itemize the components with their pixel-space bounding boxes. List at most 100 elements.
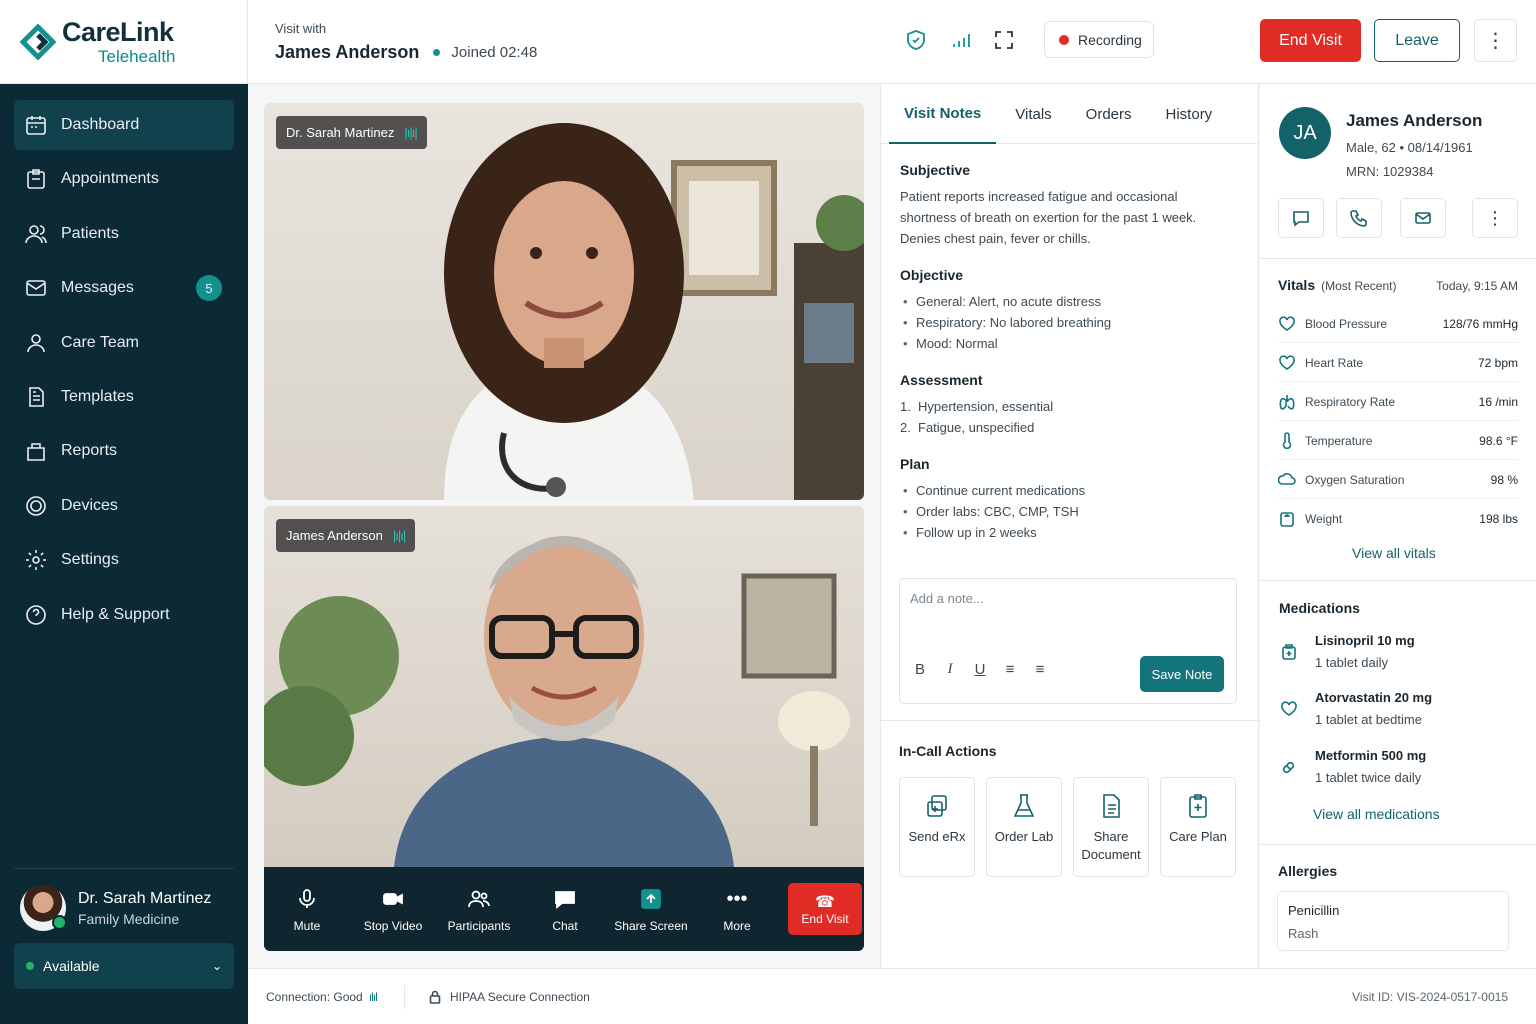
carelink-logo-icon: [20, 23, 56, 60]
signal-icon[interactable]: [949, 28, 973, 52]
more-icon: •••: [726, 887, 748, 910]
sidebar: CareLink Telehealth Dashboard Appointmen…: [0, 0, 248, 1024]
sidebar-item-messages[interactable]: Messages 5: [14, 263, 234, 313]
lungs-icon: [1279, 394, 1295, 410]
assessment-section: Assessment 1. Hypertension, essential 2. F…: [900, 372, 1239, 438]
kebab-icon: ⋮: [1485, 30, 1506, 52]
end-visit-call-label: End Visit: [801, 912, 849, 926]
bold-icon[interactable]: B: [912, 661, 928, 678]
chat-label: Chat: [552, 919, 578, 933]
medication-item: Metformin 500 mg 1 tablet twice daily: [1280, 748, 1510, 785]
mail-icon: [26, 280, 46, 296]
underline-icon[interactable]: U: [972, 661, 988, 678]
stop-video-button[interactable]: Stop Video: [350, 867, 436, 951]
message-patient-button[interactable]: [1278, 198, 1324, 238]
recording-indicator[interactable]: Recording: [1044, 21, 1154, 58]
profile-row[interactable]: Dr. Sarah Martinez Family Medicine: [14, 885, 234, 931]
view-all-vitals-link[interactable]: View all vitals: [1352, 545, 1436, 561]
numbered-list-icon[interactable]: ≡: [1032, 661, 1048, 678]
order-lab-button[interactable]: Order Lab: [986, 777, 1062, 877]
heart-icon: [1279, 354, 1295, 370]
doctor-video-tile[interactable]: Dr. Sarah Martinez |ı|ı|: [264, 103, 864, 500]
vital-value: 98.6 °F: [1479, 433, 1518, 448]
status-label: Available: [43, 958, 100, 974]
heart-pill-icon: [1281, 701, 1297, 716]
sidebar-item-care-team[interactable]: Care Team: [14, 318, 234, 368]
audio-wave-icon: |ı|ı|: [392, 528, 406, 543]
brand-sub: Telehealth: [98, 46, 176, 66]
sidebar-item-label: Help & Support: [61, 605, 170, 623]
sidebar-item-settings[interactable]: Settings: [14, 535, 234, 585]
tab-vitals[interactable]: Vitals: [1000, 84, 1066, 144]
users-icon: [25, 224, 47, 243]
list-item: Mood: Normal: [900, 333, 1239, 354]
end-visit-call-button[interactable]: ☎ End Visit: [788, 883, 862, 935]
patient-more-button[interactable]: ⋮: [1472, 198, 1518, 238]
note-input[interactable]: [910, 591, 1210, 606]
allergy-reaction: Rash: [1288, 926, 1319, 941]
send-erx-button[interactable]: Send eRx: [899, 777, 975, 877]
italic-icon[interactable]: I: [942, 661, 958, 678]
soap-note: Subjective Patient reports increased fat…: [881, 144, 1258, 543]
mute-button[interactable]: Mute: [264, 867, 350, 951]
microphone-icon: [299, 889, 315, 908]
connection-label: Connection: Good: [266, 990, 363, 1004]
sidebar-item-patients[interactable]: Patients: [14, 209, 234, 259]
more-label: More: [723, 919, 751, 933]
sidebar-item-appointments[interactable]: Appointments: [14, 154, 234, 204]
divider: [881, 720, 1260, 721]
sidebar-item-reports[interactable]: Reports: [14, 426, 234, 476]
messages-badge: 5: [196, 275, 222, 302]
in-call-actions-title: In-Call Actions: [899, 743, 997, 759]
hipaa-label: HIPAA Secure Connection: [450, 990, 590, 1004]
hipaa-status: HIPAA Secure Connection: [428, 990, 590, 1004]
availability-select[interactable]: Available ⌄: [14, 943, 234, 989]
bullet-list-icon[interactable]: ≡: [1002, 661, 1018, 678]
share-screen-label: Share Screen: [614, 919, 688, 933]
more-button[interactable]: ••• More: [694, 867, 780, 951]
share-document-label: Share Document: [1081, 829, 1141, 862]
view-all-medications-link[interactable]: View all medications: [1313, 806, 1440, 822]
vital-row: Oxygen Saturation 98 %: [1278, 461, 1518, 499]
patient-name: James Anderson: [1346, 111, 1483, 130]
call-patient-button[interactable]: [1336, 198, 1382, 238]
care-plan-button[interactable]: Care Plan: [1160, 777, 1236, 877]
medication-name: Atorvastatin 20 mg: [1315, 690, 1433, 705]
sidebar-item-templates[interactable]: Templates: [14, 372, 234, 422]
participants-button[interactable]: Participants: [436, 867, 522, 951]
share-screen-button[interactable]: Share Screen: [608, 867, 694, 951]
plan-title: Plan: [900, 456, 930, 472]
tab-history[interactable]: History: [1151, 84, 1228, 144]
vital-value: 16 /min: [1478, 394, 1518, 409]
share-document-button[interactable]: Share Document: [1073, 777, 1149, 877]
scale-icon: [1280, 512, 1294, 527]
patient-avatar: JA: [1279, 107, 1331, 159]
list-item: 1. Hypertension, essential: [900, 396, 1239, 417]
participants-label: Participants: [447, 919, 511, 933]
vital-row: Weight 198 lbs: [1278, 500, 1518, 538]
fullscreen-icon[interactable]: [992, 28, 1016, 52]
subjective-title: Subjective: [900, 162, 971, 178]
notes-panel: Visit Notes Vitals Orders History Subjec…: [880, 84, 1260, 968]
more-options-button[interactable]: ⋮: [1474, 19, 1517, 62]
email-patient-button[interactable]: [1400, 198, 1446, 238]
shield-icon[interactable]: [904, 28, 928, 52]
medications-title: Medications: [1279, 600, 1360, 616]
tab-visit-notes[interactable]: Visit Notes: [889, 84, 997, 144]
sidebar-item-help[interactable]: Help & Support: [14, 590, 234, 640]
sidebar-item-label: Devices: [61, 496, 118, 514]
medication-item: Lisinopril 10 mg 1 tablet daily: [1280, 633, 1510, 670]
end-visit-button[interactable]: End Visit: [1260, 19, 1361, 62]
chat-button[interactable]: Chat: [522, 867, 608, 951]
sidebar-nav: Dashboard Appointments Patients Messages…: [0, 84, 248, 640]
save-note-button[interactable]: Save Note: [1140, 656, 1224, 692]
tab-orders[interactable]: Orders: [1071, 84, 1147, 144]
visit-patient-name: James Anderson: [275, 42, 420, 62]
sidebar-item-dashboard[interactable]: Dashboard: [14, 100, 234, 150]
hangup-icon: ☎: [815, 894, 835, 911]
brand[interactable]: CareLink Telehealth: [0, 0, 248, 84]
patient-video-tile[interactable]: James Anderson |ı|ı| Mute Stop Video Par…: [264, 506, 864, 951]
leave-button[interactable]: Leave: [1374, 19, 1460, 62]
sidebar-item-devices[interactable]: Devices: [14, 481, 234, 531]
thermometer-icon: [1282, 431, 1292, 449]
